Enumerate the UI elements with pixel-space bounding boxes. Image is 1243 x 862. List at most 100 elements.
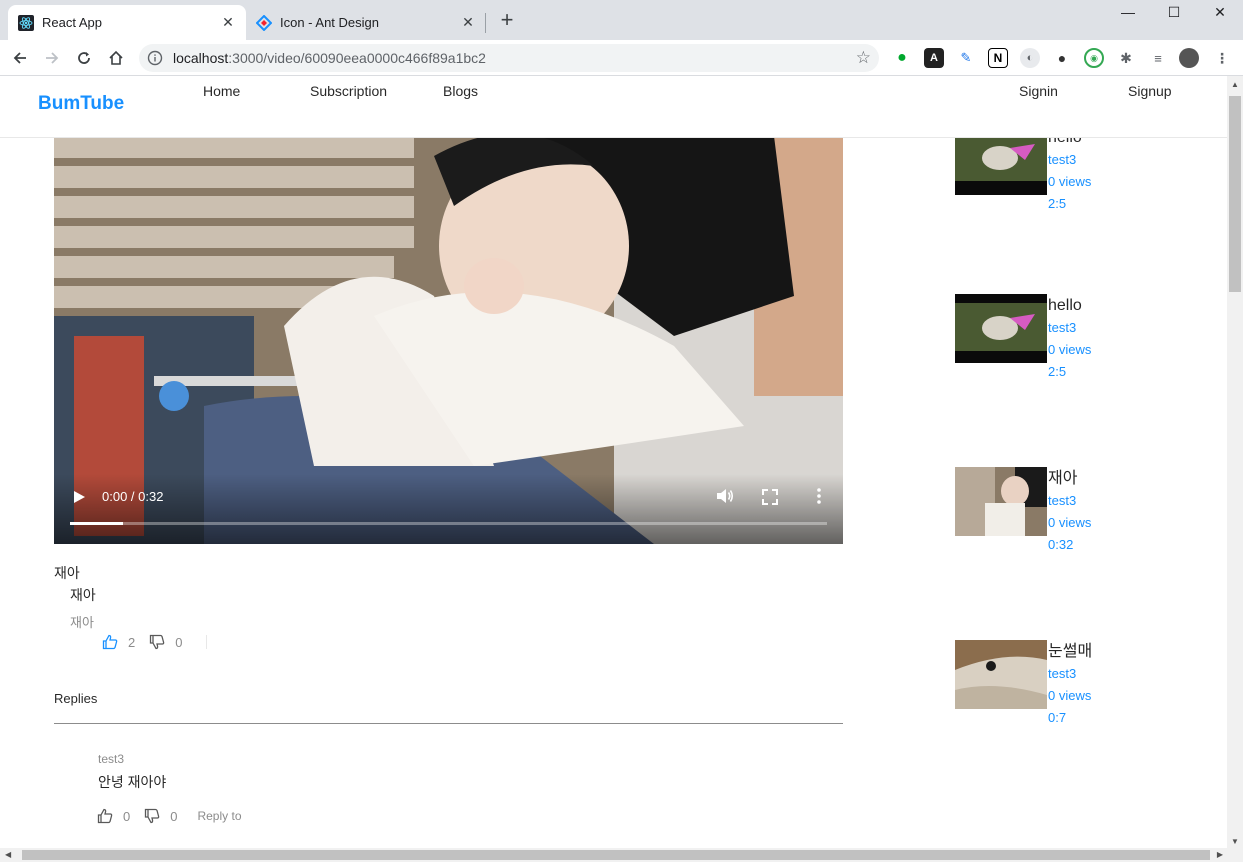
video-duration: 2:5 <box>1048 364 1067 379</box>
maximize-button[interactable]: ☐ <box>1151 0 1197 24</box>
back-icon[interactable] <box>8 46 32 70</box>
comment-author[interactable]: 재아 <box>70 612 94 631</box>
sidebar-video-item[interactable]: 재아 test3 0 views 0:32 <box>955 467 1155 557</box>
more-options-icon[interactable] <box>813 486 825 506</box>
extension-target-icon[interactable]: ◉ <box>1084 48 1104 68</box>
video-duration: 0:32 <box>1048 537 1074 552</box>
dislike-icon[interactable] <box>144 808 160 824</box>
profile-avatar[interactable] <box>1179 48 1199 68</box>
video-time: 0:00 / 0:32 <box>102 489 164 504</box>
minimize-button[interactable]: — <box>1105 0 1151 24</box>
scroll-left-icon[interactable]: ◀ <box>5 850 11 859</box>
close-icon[interactable]: ✕ <box>218 13 238 33</box>
video-thumbnail[interactable] <box>955 640 1047 709</box>
volume-icon[interactable] <box>715 486 735 506</box>
video-player[interactable]: 0:00 / 0:32 <box>54 136 843 544</box>
video-title[interactable]: hello <box>1048 295 1091 317</box>
scroll-thumb[interactable] <box>1229 96 1241 292</box>
like-count: 0 <box>123 808 131 824</box>
video-meta: hello test3 0 views 2:5 <box>1048 295 1091 383</box>
video-author[interactable]: test3 <box>1048 663 1092 685</box>
video-title[interactable]: 눈썰매 <box>1048 641 1092 663</box>
info-icon[interactable] <box>147 50 163 66</box>
video-meta: 재아 test3 0 views 0:32 <box>1048 468 1091 556</box>
video-progress-bar[interactable] <box>70 522 827 525</box>
extension-ninja-icon[interactable]: ● <box>1052 48 1072 68</box>
video-views: 0 views <box>1048 515 1092 530</box>
extension-pen-icon[interactable]: ✎ <box>956 48 976 68</box>
url-host: localhost <box>173 50 229 66</box>
dislike-count: 0 <box>175 634 183 650</box>
reply-actions: 0 0 Reply to <box>97 807 242 825</box>
like-icon[interactable] <box>102 634 118 650</box>
video-thumbnail[interactable] <box>955 467 1047 536</box>
tab-react-app[interactable]: React App ✕ <box>8 5 246 40</box>
menu-subscription[interactable]: Subscription <box>310 83 387 99</box>
reply-text: 안녕 재아야 <box>98 774 167 790</box>
sidebar-video-item[interactable]: hello test3 0 views 2:5 <box>955 294 1155 384</box>
browser-menu-icon[interactable]: ⋮ <box>1212 48 1232 68</box>
action-divider <box>206 635 208 649</box>
video-duration: 2:5 <box>1048 196 1067 211</box>
reload-icon[interactable] <box>72 46 96 70</box>
video-author[interactable]: test3 <box>1048 317 1091 339</box>
video-title[interactable]: 재아 <box>1048 468 1091 490</box>
like-count: 2 <box>128 634 136 650</box>
extension-circle-icon[interactable]: ◐ <box>1020 48 1040 68</box>
tab-ant-design[interactable]: Icon - Ant Design ✕ <box>246 5 486 40</box>
video-author[interactable]: test3 <box>1048 149 1091 171</box>
vertical-scrollbar[interactable]: ▲ ▼ <box>1227 76 1243 848</box>
new-tab-button[interactable]: + <box>496 9 518 32</box>
home-icon[interactable] <box>104 46 128 70</box>
comment-text-block: 재아 <box>70 585 96 605</box>
close-window-button[interactable]: ✕ <box>1197 0 1243 24</box>
page-viewport: BumTube Home Subscription Blogs Signin S… <box>0 76 1227 848</box>
app-header: BumTube Home Subscription Blogs Signin S… <box>0 76 1227 138</box>
play-icon[interactable] <box>72 490 86 504</box>
dislike-icon[interactable] <box>149 634 165 650</box>
media-control-icon[interactable]: ≡ <box>1148 48 1168 68</box>
video-views: 0 views <box>1048 174 1092 189</box>
menu-signin[interactable]: Signin <box>1019 83 1058 99</box>
scroll-up-icon[interactable]: ▲ <box>1231 80 1239 89</box>
comment-text: 재아 <box>70 587 96 603</box>
extensions-puzzle-icon[interactable]: ✱ <box>1116 48 1136 68</box>
tab-title: Icon - Ant Design <box>280 15 379 30</box>
video-author[interactable]: test3 <box>1048 490 1091 512</box>
replies-heading: Replies <box>54 691 98 706</box>
horizontal-scrollbar[interactable]: ◀ ▶ <box>0 848 1243 862</box>
address-bar[interactable]: localhost:3000/video/60090eea0000c466f89… <box>139 44 879 72</box>
scroll-thumb[interactable] <box>22 850 1210 860</box>
fullscreen-icon[interactable] <box>761 488 779 506</box>
browser-toolbar: localhost:3000/video/60090eea0000c466f89… <box>0 40 1243 76</box>
replies-divider <box>54 723 843 724</box>
video-views: 0 views <box>1048 688 1092 703</box>
forward-icon[interactable] <box>40 46 64 70</box>
video-title: 재아 <box>54 565 80 581</box>
scroll-down-icon[interactable]: ▼ <box>1231 837 1239 846</box>
close-icon[interactable]: ✕ <box>458 13 478 33</box>
notion-icon[interactable]: N <box>988 48 1008 68</box>
tab-strip: React App ✕ Icon - Ant Design ✕ + — ☐ ✕ <box>0 0 1243 40</box>
video-meta: hello test3 0 views 2:5 <box>1048 127 1091 215</box>
reply-to-link[interactable]: Reply to <box>197 809 241 823</box>
extension-a-icon[interactable]: A <box>924 48 944 68</box>
bookmark-star-icon[interactable]: ☆ <box>856 48 871 68</box>
menu-blogs[interactable]: Blogs <box>443 83 478 99</box>
menu-signup[interactable]: Signup <box>1128 83 1172 99</box>
scroll-right-icon[interactable]: ▶ <box>1217 850 1223 859</box>
tab-title: React App <box>42 15 102 30</box>
video-thumbnail[interactable] <box>955 294 1047 363</box>
url-text: localhost:3000/video/60090eea0000c466f89… <box>173 50 486 66</box>
reply-author[interactable]: test3 <box>98 752 124 766</box>
video-views: 0 views <box>1048 342 1092 357</box>
sidebar-video-item[interactable]: hello test3 0 views 2:5 <box>955 126 1155 216</box>
like-icon[interactable] <box>97 808 113 824</box>
video-controls <box>54 474 843 544</box>
evernote-icon[interactable]: ● <box>892 48 912 68</box>
video-duration: 0:7 <box>1048 710 1067 725</box>
dislike-count: 0 <box>170 808 178 824</box>
menu-home[interactable]: Home <box>203 83 240 99</box>
logo[interactable]: BumTube <box>38 93 124 115</box>
sidebar-video-item[interactable]: 눈썰매 test3 0 views 0:7 <box>955 640 1155 730</box>
